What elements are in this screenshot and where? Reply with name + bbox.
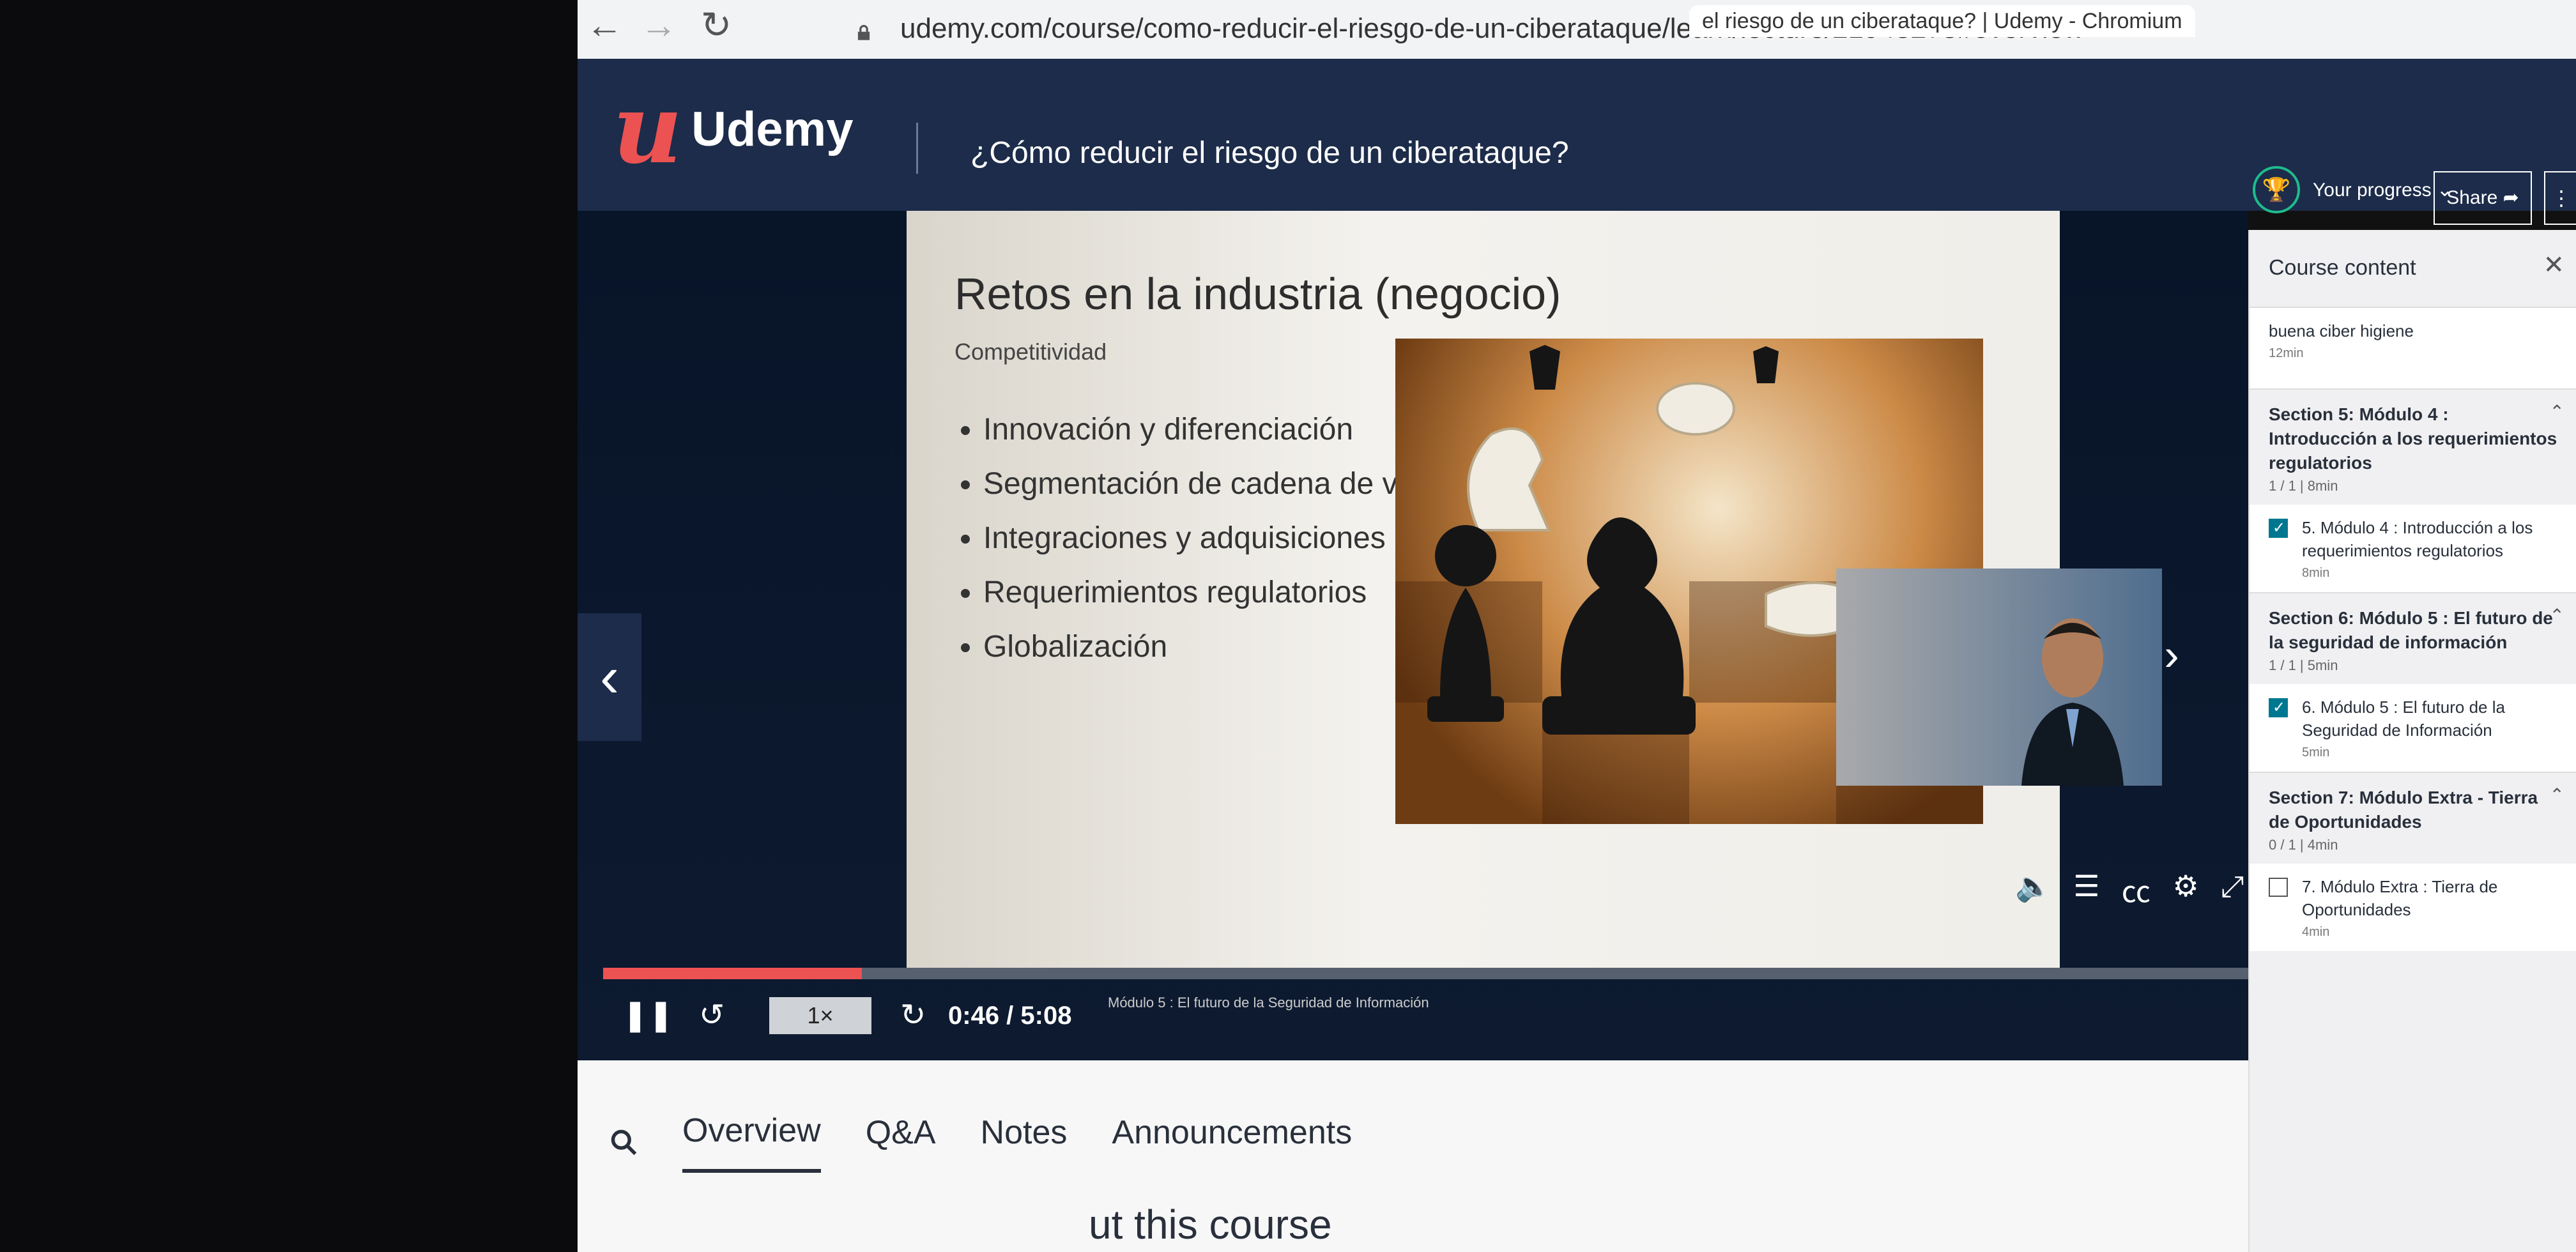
lecture-item[interactable]: 6. Módulo 5 : El futuro de la Seguridad … [2250, 684, 2576, 772]
volume-icon[interactable]: 🔈 [2015, 869, 2051, 911]
player-controls: ❚❚ ↺ 1× ↻ 0:46 / 5:08 Módulo 5 : El futu… [578, 981, 2303, 1051]
section-meta: 1 / 1 | 8min [2269, 478, 2338, 494]
transcript-icon[interactable]: ☰ [2073, 869, 2099, 911]
close-icon[interactable]: ✕ [2543, 250, 2564, 280]
course-title[interactable]: ¿Cómo reducir el riesgo de un ciberataqu… [970, 135, 1569, 171]
chevron-up-icon[interactable]: ⌃ [2550, 605, 2564, 626]
sidebar-header: Course content ✕ [2250, 230, 2576, 308]
slide-bullet: Requerimientos regulatorios [983, 565, 1449, 620]
video-player[interactable]: Retos en la industria (negocio) Competit… [578, 211, 2328, 1060]
pause-icon[interactable]: ❚❚ [622, 981, 673, 1051]
video-progress-fill [603, 968, 862, 979]
tab-announcements[interactable]: Announcements [1112, 1113, 1352, 1171]
reload-icon[interactable]: ↻ [696, 5, 737, 46]
tab-notes[interactable]: Notes [981, 1113, 1068, 1171]
lecture-complete-checkbox[interactable] [2269, 519, 2288, 538]
instructor-thumbnail [2021, 618, 2124, 786]
slide-title: Retos en la industria (negocio) [954, 269, 1561, 319]
tab-bar: Overview Q&A Notes Announcements [610, 1111, 1352, 1173]
previous-lecture-button[interactable]: ‹ [578, 613, 641, 741]
udemy-logo[interactable]: u Udemy [613, 73, 854, 185]
slide-bullet: Segmentación de cadena de valor [983, 457, 1449, 511]
lecture-duration: 12min [2269, 346, 2304, 360]
slide-bullet: Integraciones y adquisiciones [983, 511, 1449, 565]
section-header[interactable]: Section 6: Módulo 5 : El futuro de la se… [2250, 592, 2576, 684]
lecture-duration: 4min [2302, 925, 2330, 939]
lecture-title: 7. Módulo Extra : Tierra de Oportunidade… [2302, 877, 2498, 919]
time-display: 0:46 / 5:08 [948, 1002, 1072, 1030]
section-title: Section 5: Módulo 4 : Introducción a los… [2269, 404, 2557, 473]
section-title: Section 7: Módulo Extra - Tierra de Opor… [2269, 788, 2538, 832]
window-title: el riesgo de un ciberataque? | Udemy - C… [1689, 5, 2195, 37]
about-heading: ut this course [1089, 1202, 1332, 1248]
lecture-title: 6. Módulo 5 : El futuro de la Seguridad … [2302, 698, 2505, 740]
forward-arrow-icon[interactable]: → [638, 5, 679, 46]
lecture-item[interactable]: buena ciber higiene 12min [2250, 308, 2576, 388]
chevron-up-icon[interactable]: ⌃ [2550, 784, 2564, 805]
progress-label: Your progress ⌄ [2313, 179, 2453, 201]
header-divider [916, 123, 918, 174]
screen: ← → ↻ udemy.com/course/como-reducir-el-r… [578, 0, 2576, 1252]
slide-bullets: Innovación y diferenciación Segmentación… [951, 402, 1449, 674]
section-meta: 1 / 1 | 5min [2269, 657, 2338, 673]
fullscreen-icon[interactable]: ⤢ [2221, 869, 2244, 911]
rewind-icon[interactable]: ↺ [699, 981, 724, 1051]
lecture-caption: Módulo 5 : El futuro de la Seguridad de … [1108, 995, 1429, 1011]
slide-subtitle: Competitividad [954, 339, 1107, 365]
lecture-item[interactable]: 7. Módulo Extra : Tierra de Oportunidade… [2250, 864, 2576, 951]
trophy-icon: 🏆 [2253, 166, 2300, 213]
section-title: Section 6: Módulo 5 : El futuro de la se… [2269, 608, 2553, 652]
section-meta: 0 / 1 | 4min [2269, 837, 2338, 853]
forward-icon[interactable]: ↻ [900, 981, 926, 1051]
slide-bullet: Globalización [983, 620, 1449, 674]
chevron-up-icon[interactable]: ⌃ [2550, 401, 2564, 422]
sidebar-title: Course content [2269, 256, 2416, 280]
more-options-button[interactable]: ⋮ [2544, 171, 2576, 225]
lock-icon [857, 25, 870, 40]
back-arrow-icon[interactable]: ← [584, 5, 625, 46]
slide-bullet: Innovación y diferenciación [983, 402, 1449, 457]
udemy-logo-mark: u [613, 73, 683, 185]
video-progress-bar[interactable] [603, 968, 2328, 979]
settings-gear-icon[interactable]: ⚙ [2173, 869, 2199, 911]
section-header[interactable]: Section 7: Módulo Extra - Tierra de Opor… [2250, 772, 2576, 864]
course-content-sidebar: Course content ✕ buena ciber higiene 12m… [2248, 230, 2576, 1252]
share-button[interactable]: Share ➦ [2434, 171, 2532, 225]
lecture-title: buena ciber higiene [2269, 321, 2414, 340]
lecture-complete-checkbox[interactable] [2269, 698, 2288, 717]
tab-qa[interactable]: Q&A [866, 1113, 936, 1171]
tab-overview[interactable]: Overview [682, 1111, 821, 1173]
search-icon[interactable] [610, 1128, 638, 1156]
lecture-title: 5. Módulo 4 : Introducción a los requeri… [2302, 518, 2533, 560]
course-tabs-area: Overview Q&A Notes Announcements ut this… [578, 1060, 2248, 1252]
lecture-item[interactable]: 5. Módulo 4 : Introducción a los requeri… [2250, 505, 2576, 592]
udemy-logo-text: Udemy [691, 102, 854, 156]
captions-icon[interactable]: ㏄ [2122, 869, 2151, 911]
browser-toolbar: ← → ↻ udemy.com/course/como-reducir-el-r… [578, 0, 2576, 59]
lecture-duration: 8min [2302, 566, 2330, 580]
playback-speed-button[interactable]: 1× [769, 997, 871, 1034]
section-header[interactable]: Section 5: Módulo 4 : Introducción a los… [2250, 388, 2576, 505]
lecture-complete-checkbox[interactable] [2269, 878, 2288, 897]
your-progress-button[interactable]: 🏆 Your progress ⌄ [2253, 163, 2453, 217]
lecture-duration: 5min [2302, 745, 2330, 760]
next-lecture-button[interactable]: › [2152, 613, 2191, 696]
